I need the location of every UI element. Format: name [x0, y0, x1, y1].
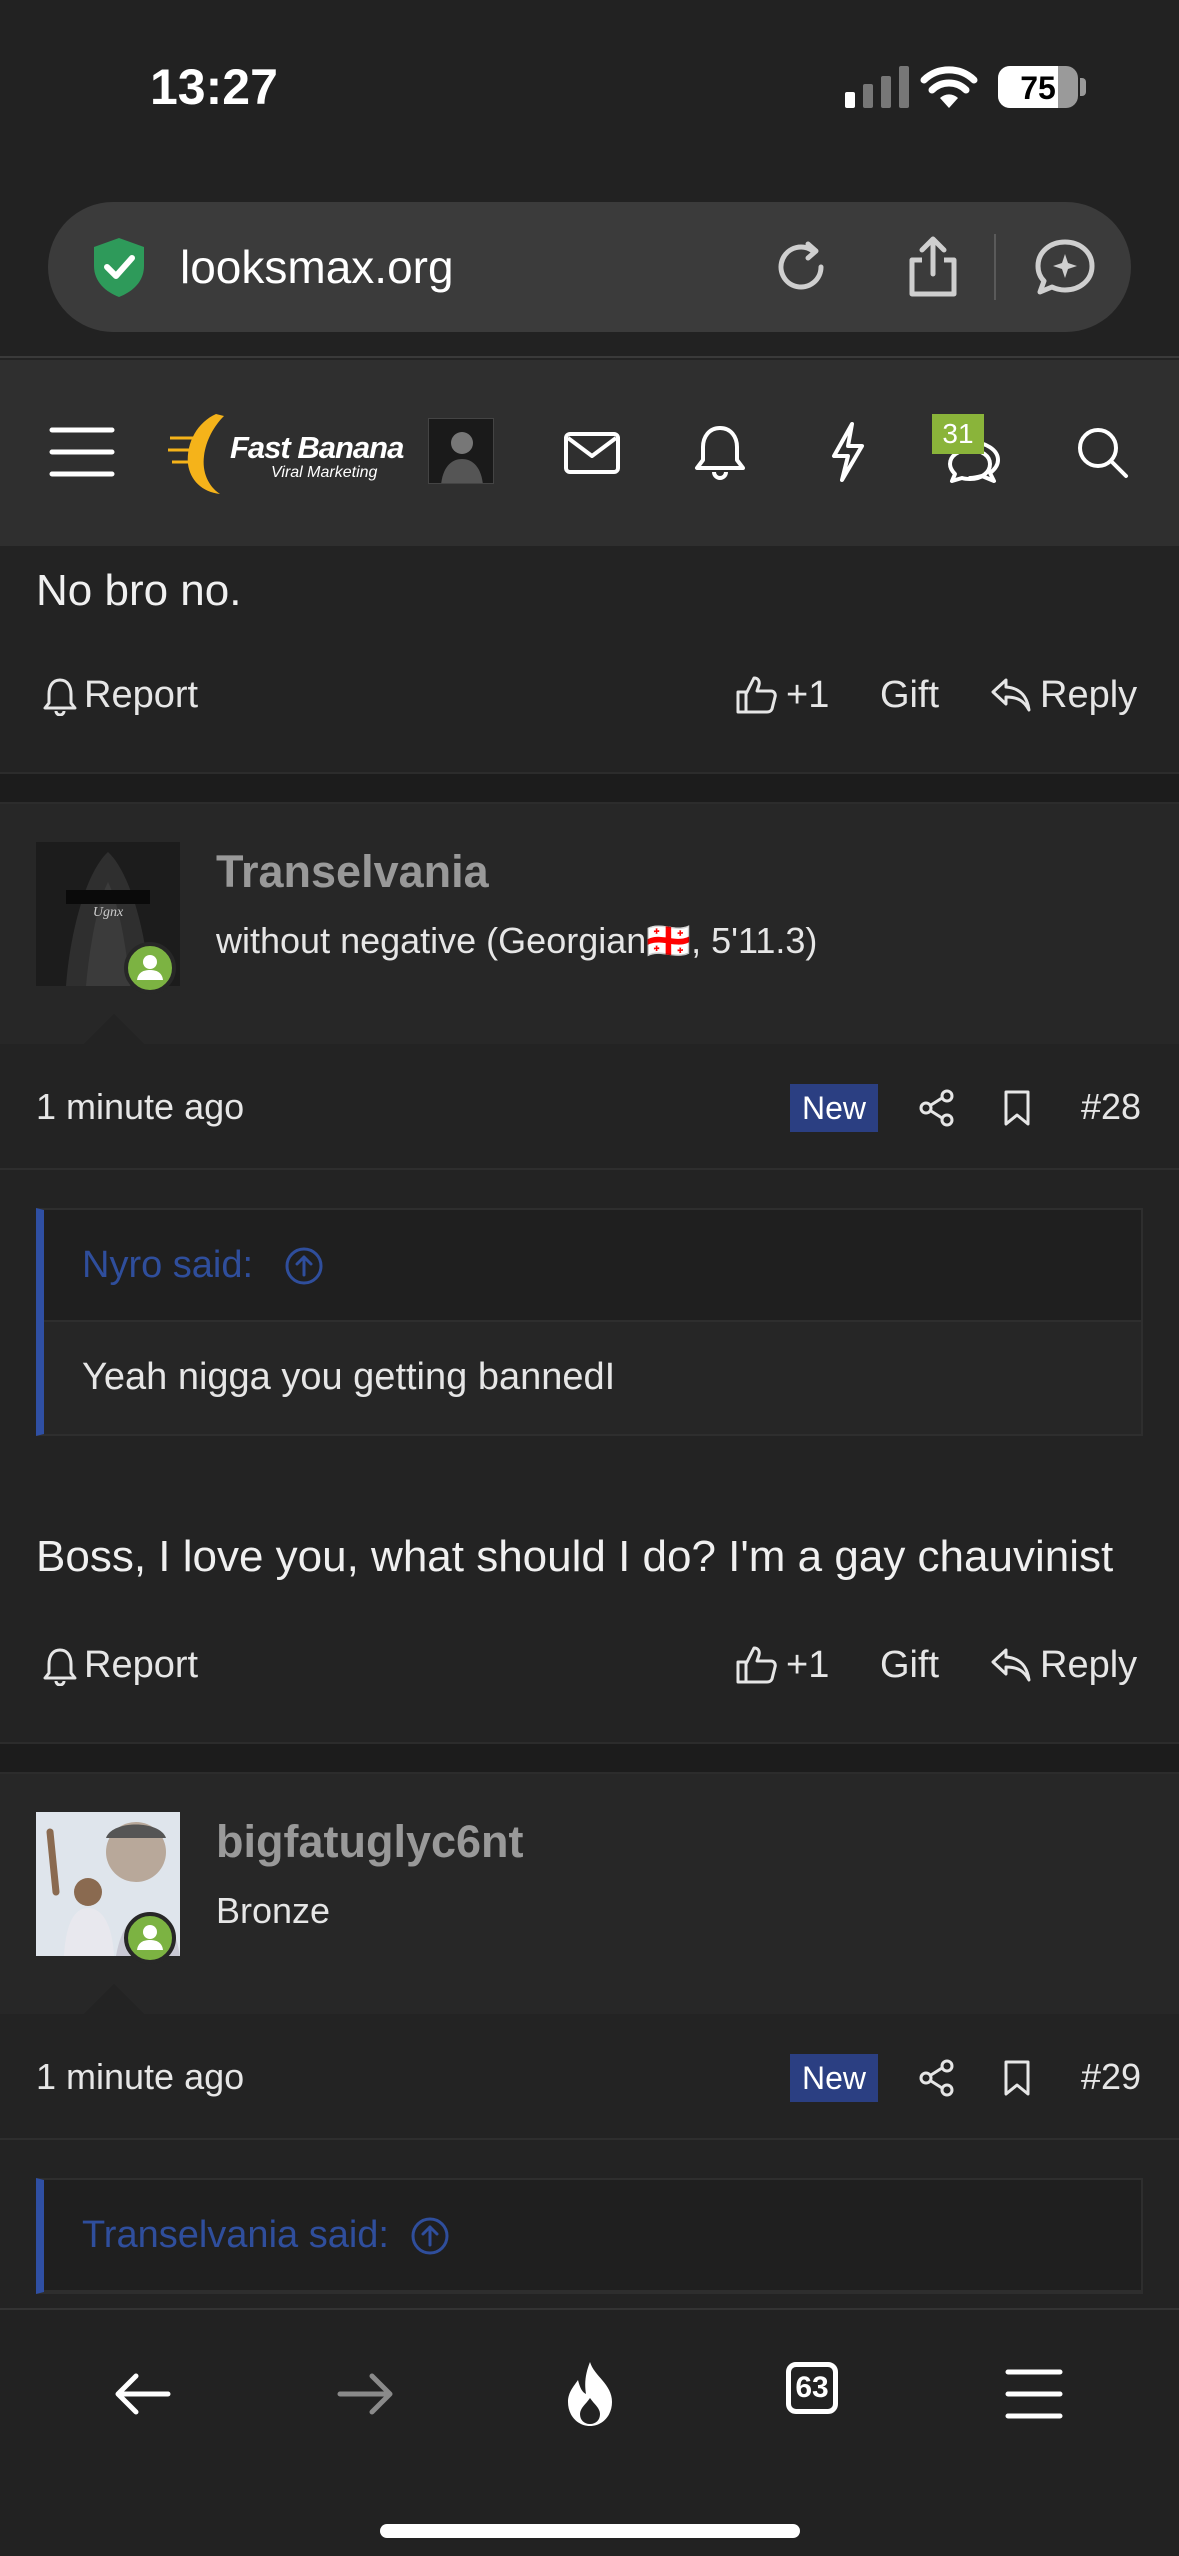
reaction-count[interactable]: +1 — [786, 674, 829, 717]
url-text: looksmax.org — [180, 241, 454, 293]
online-status-icon — [124, 1912, 176, 1964]
reply-button[interactable]: Reply — [1040, 674, 1137, 717]
site-header: Fast Banana Viral Marketing — [0, 360, 1179, 546]
svg-text:Ugnx: Ugnx — [93, 905, 124, 920]
share-nodes-icon[interactable] — [918, 1088, 956, 1128]
gift-button[interactable]: Gift — [880, 1644, 939, 1687]
quote-text: Yeah nigga you getting bannedI — [82, 1356, 616, 1398]
quote-author[interactable]: Nyro said: — [82, 1244, 253, 1287]
jump-to-quote-icon[interactable] — [284, 1246, 324, 1286]
new-badge: New — [790, 2054, 878, 2102]
address-bar[interactable]: looksmax.org — [48, 202, 1131, 332]
username[interactable]: Transelvania — [216, 846, 489, 898]
hamburger-menu-icon[interactable] — [46, 416, 118, 488]
banana-logo-icon — [168, 414, 224, 494]
conversations-badge: 31 — [932, 414, 984, 454]
tabs-button[interactable]: 63 — [786, 2362, 838, 2414]
reaction-count[interactable]: +1 — [786, 1644, 829, 1687]
post-user-block: Ugnx Transelvania without negative (Geor… — [0, 804, 1179, 1044]
battery-tip — [1080, 78, 1086, 96]
reload-icon[interactable] — [768, 234, 834, 300]
quote-block: Transelvania said: — [36, 2178, 1143, 2294]
bookmark-icon[interactable] — [1000, 1088, 1034, 1128]
site-logo[interactable]: Fast Banana Viral Marketing — [168, 408, 404, 498]
new-badge: New — [790, 1084, 878, 1132]
reply-button[interactable]: Reply — [1040, 1644, 1137, 1687]
post-time[interactable]: 1 minute ago — [36, 2056, 244, 2098]
quote-body: Yeah nigga you getting bannedI — [44, 1322, 1141, 1434]
post-number[interactable]: #28 — [1081, 1086, 1141, 1128]
menu-icon[interactable] — [998, 2358, 1070, 2430]
wifi-icon — [920, 66, 978, 108]
search-icon[interactable] — [1066, 416, 1138, 488]
user-arrow — [84, 1014, 144, 1044]
report-bell-icon — [43, 1648, 77, 1686]
post-separator — [0, 772, 1179, 804]
post-time[interactable]: 1 minute ago — [36, 1086, 244, 1128]
post-user-block: bigfatuglyc6nt Bronze — [0, 1774, 1179, 2014]
quote-header[interactable]: Nyro said: — [44, 1210, 1141, 1322]
bookmark-icon[interactable] — [1000, 2058, 1034, 2098]
user-avatar[interactable] — [428, 418, 494, 484]
share-icon[interactable] — [900, 234, 966, 300]
reply-arrow-icon[interactable] — [990, 1644, 1032, 1684]
quote-header[interactable]: Transelvania said: — [44, 2180, 1141, 2292]
post-body: Boss, I love you, what should I do? I'm … — [36, 1532, 1114, 1581]
browser-bottom-bar: 63 — [0, 2308, 1179, 2556]
user-title: Bronze — [216, 1890, 331, 1931]
jump-to-quote-icon[interactable] — [410, 2216, 450, 2256]
reply-arrow-icon[interactable] — [990, 674, 1032, 714]
toolbar-divider — [994, 234, 996, 300]
report-button[interactable]: Report — [84, 1644, 198, 1687]
post-body: No bro no. — [36, 566, 242, 615]
online-status-icon — [124, 942, 176, 994]
inbox-envelope-icon[interactable] — [556, 416, 628, 488]
back-arrow-icon[interactable] — [106, 2358, 178, 2430]
battery-icon: 75 — [998, 66, 1078, 108]
battery-percent: 75 — [1020, 70, 1056, 106]
user-title: without negative (Georgian🇬🇪, 5'11.3) — [216, 920, 818, 961]
post-number[interactable]: #29 — [1081, 2056, 1141, 2098]
status-bar: 13:27 75 — [0, 0, 1179, 180]
meta-divider — [0, 1168, 1179, 1170]
status-time: 13:27 — [150, 59, 278, 115]
forward-arrow-icon[interactable] — [330, 2358, 402, 2430]
cellular-signal-icon — [845, 66, 909, 108]
meta-divider — [0, 2138, 1179, 2140]
logo-title: Fast Banana — [230, 430, 404, 465]
gift-button[interactable]: Gift — [880, 674, 939, 717]
thumbs-up-icon[interactable] — [734, 672, 778, 716]
quote-block: Nyro said: Yeah nigga you getting banned… — [36, 1208, 1143, 1436]
report-bell-icon — [43, 678, 77, 716]
bell-icon[interactable] — [684, 416, 756, 488]
share-nodes-icon[interactable] — [918, 2058, 956, 2098]
browser-toolbar: looksmax.org — [0, 180, 1179, 358]
thread-content: No bro no. Report +1 Gift Reply Ugnx Tra… — [0, 546, 1179, 2310]
quote-author[interactable]: Transelvania said: — [82, 2214, 389, 2257]
flame-icon[interactable] — [554, 2358, 626, 2430]
shield-check-icon — [94, 238, 144, 297]
logo-subtitle: Viral Marketing — [271, 464, 378, 481]
lightning-icon[interactable] — [812, 416, 884, 488]
user-arrow — [84, 1984, 144, 2014]
post-separator — [0, 1742, 1179, 1774]
username[interactable]: bigfatuglyc6nt — [216, 1816, 524, 1868]
home-indicator — [380, 2524, 800, 2538]
thumbs-up-icon[interactable] — [734, 1642, 778, 1686]
report-button[interactable]: Report — [84, 674, 198, 717]
assistant-chat-icon[interactable] — [1032, 234, 1098, 300]
